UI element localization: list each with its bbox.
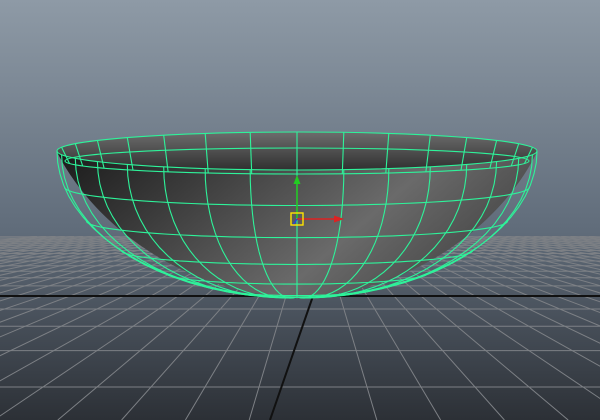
3d-viewport[interactable] [0, 0, 600, 420]
viewport-canvas[interactable] [0, 0, 600, 420]
